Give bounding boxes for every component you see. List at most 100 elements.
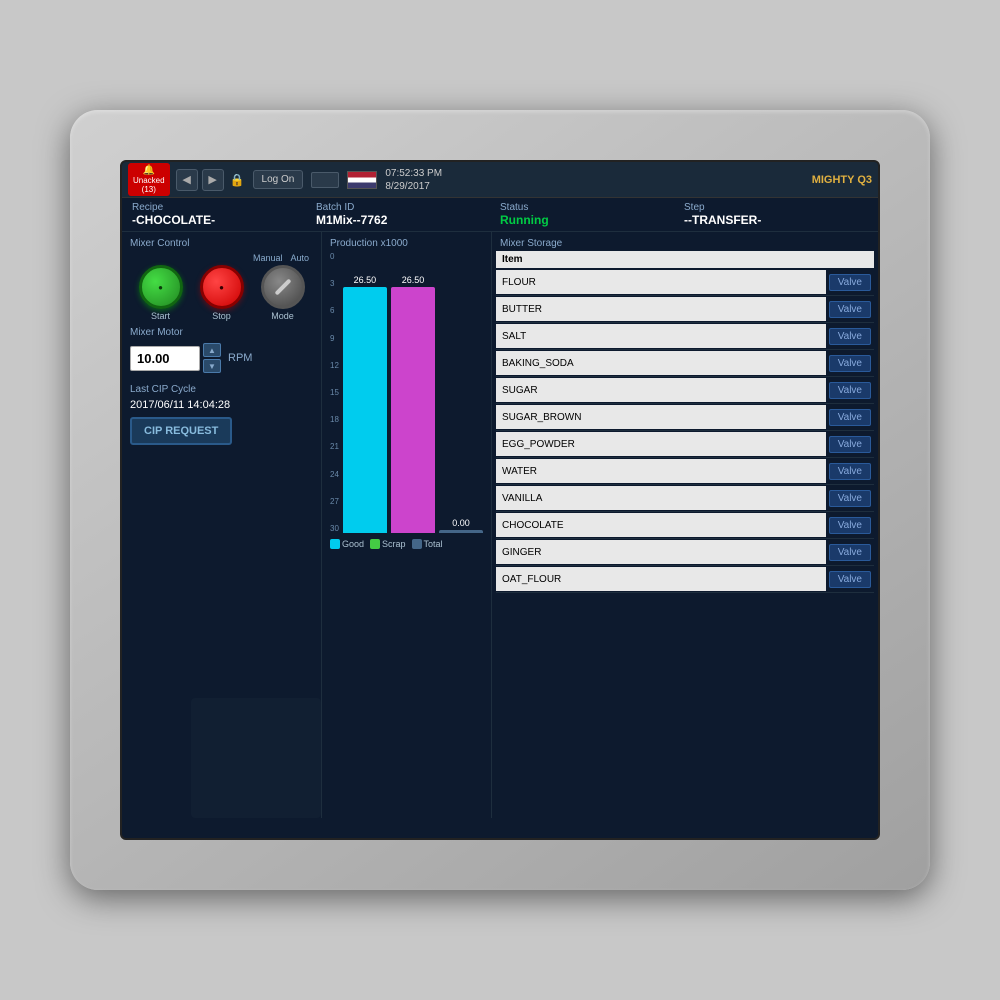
alarm-badge[interactable]: 🔔 Unacked (13) [128,163,170,196]
rpm-down-button[interactable]: ▼ [203,359,221,373]
cip-date: 2017/06/11 14:04:28 [130,399,313,411]
production-panel: Production x1000 302724211815129630 26.5… [322,232,492,818]
main-area: Mixer Control Manual Auto ● Start ● [122,232,878,818]
start-group: ● Start [139,265,183,321]
y-tick: 15 [330,389,339,397]
storage-item-name: BAKING_SODA [496,351,826,375]
storage-item-name: FLOUR [496,270,826,294]
left-panel: Mixer Control Manual Auto ● Start ● [122,232,322,818]
storage-row: GINGERValve [496,539,874,566]
nav-forward-button[interactable]: ▶ [202,169,224,191]
valve-button[interactable]: Valve [829,274,871,291]
y-tick: 18 [330,416,339,424]
bar-column: 26.50 [343,253,387,533]
status-col: Status Running [500,202,684,227]
batch-label: Batch ID [316,202,500,213]
recipe-label: Recipe [132,202,316,213]
mixer-storage-panel: Mixer Storage Item FLOURValveBUTTERValve… [492,232,878,818]
battery-icon [311,172,339,188]
storage-item-name: WATER [496,459,826,483]
stop-group: ● Stop [200,265,244,321]
valve-button[interactable]: Valve [829,490,871,507]
storage-item-name: OAT_FLOUR [496,567,826,591]
manual-label: Manual [253,253,283,263]
bar-scrap [391,287,435,533]
y-tick: 12 [330,362,339,370]
storage-title: Mixer Storage [492,232,878,251]
device-frame: 🔔 Unacked (13) ◀ ▶ 🔒 Log On 07:52:33 PM … [70,110,930,890]
valve-button[interactable]: Valve [829,382,871,399]
storage-row: BAKING_SODAValve [496,350,874,377]
storage-item-name: GINGER [496,540,826,564]
time-display: 07:52:33 PM 8/29/2017 [385,167,442,193]
batch-value: M1Mix--7762 [316,213,500,227]
start-button[interactable]: ● [139,265,183,309]
step-label: Step [684,202,868,213]
storage-row: FLOURValve [496,269,874,296]
legend-label: Good [342,539,364,549]
y-tick: 21 [330,443,339,451]
flag-icon [347,171,377,189]
cip-request-button[interactable]: CIP REQUEST [130,417,232,445]
stop-button[interactable]: ● [200,265,244,309]
info-row: Recipe -CHOCOLATE- Batch ID M1Mix--7762 … [122,198,878,232]
y-tick: 27 [330,498,339,506]
auto-label: Auto [290,253,309,263]
step-col: Step --TRANSFER- [684,202,868,227]
valve-button[interactable]: Valve [829,328,871,345]
storage-row: SUGAR_BROWNValve [496,404,874,431]
logon-button[interactable]: Log On [253,170,304,189]
storage-header: Item [496,251,874,268]
storage-row: SUGARValve [496,377,874,404]
valve-button[interactable]: Valve [829,517,871,534]
mixer-controls: ● Start ● Stop Mode [130,265,313,321]
bar-value-label: 26.50 [402,275,425,285]
storage-row: VANILLAValve [496,485,874,512]
valve-button[interactable]: Valve [829,436,871,453]
mode-button[interactable] [261,265,305,309]
batch-col: Batch ID M1Mix--7762 [316,202,500,227]
production-title: Production x1000 [330,238,483,249]
storage-item-name: EGG_POWDER [496,432,826,456]
mixer-control-title: Mixer Control [130,238,313,249]
valve-button[interactable]: Valve [829,301,871,318]
bar-legend: GoodScrapTotal [330,539,483,549]
y-tick: 6 [330,307,339,315]
bar-column: 0.00 [439,253,483,533]
legend-item: Good [330,539,364,549]
mode-group: Mode [261,265,305,321]
valve-button[interactable]: Valve [829,544,871,561]
storage-item-name: BUTTER [496,297,826,321]
storage-item-name: VANILLA [496,486,826,510]
auto-manual-labels: Manual Auto [130,253,309,263]
rpm-input[interactable] [130,346,200,371]
motor-section: Mixer Motor ▲ ▼ RPM [130,327,313,374]
valve-button[interactable]: Valve [829,463,871,480]
legend-item: Total [412,539,443,549]
y-tick: 30 [330,525,339,533]
valve-button[interactable]: Valve [829,571,871,588]
storage-item-name: SALT [496,324,826,348]
legend-dot [370,539,380,549]
y-tick: 24 [330,471,339,479]
alarm-count: (13) [142,185,156,194]
bar-total [439,530,483,533]
bars-container: 26.50 26.50 0.00 [343,253,483,533]
screen: 🔔 Unacked (13) ◀ ▶ 🔒 Log On 07:52:33 PM … [120,160,880,840]
mode-label: Mode [271,311,294,321]
storage-list: FLOURValveBUTTERValveSALTValveBAKING_SOD… [496,269,874,593]
rpm-up-button[interactable]: ▲ [203,343,221,357]
bar-value-label: 0.00 [452,518,470,528]
nav-back-button[interactable]: ◀ [176,169,198,191]
y-tick: 0 [330,253,339,261]
stop-label: Stop [212,311,231,321]
bar-good [343,287,387,533]
top-bar: 🔔 Unacked (13) ◀ ▶ 🔒 Log On 07:52:33 PM … [122,162,878,198]
valve-button[interactable]: Valve [829,355,871,372]
bar-column: 26.50 [391,253,435,533]
rpm-unit: RPM [228,352,252,364]
valve-button[interactable]: Valve [829,409,871,426]
mixer-background-image [191,698,321,818]
y-axis: 302724211815129630 [330,253,339,533]
storage-row: EGG_POWDERValve [496,431,874,458]
